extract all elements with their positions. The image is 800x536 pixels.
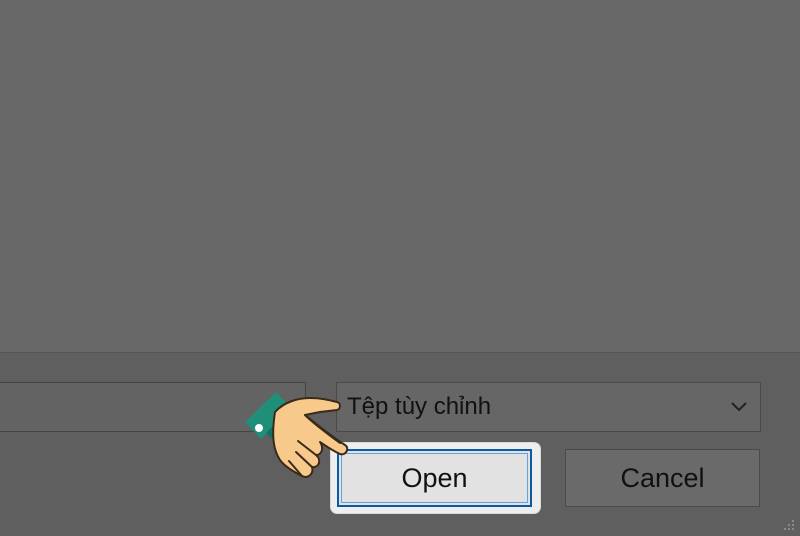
file-type-selected-value: Tệp tùy chỉnh <box>347 393 492 420</box>
chevron-down-icon[interactable] <box>728 396 750 418</box>
open-button[interactable]: Open <box>337 449 532 507</box>
pointing-hand-icon <box>245 392 349 478</box>
file-browser-area <box>0 0 800 352</box>
file-open-dialog: Tệp tùy chỉnh Open Cancel <box>0 0 800 536</box>
resize-grip-icon[interactable] <box>780 516 796 532</box>
file-type-select[interactable]: Tệp tùy chỉnh <box>336 382 761 432</box>
cancel-button[interactable]: Cancel <box>565 449 760 507</box>
